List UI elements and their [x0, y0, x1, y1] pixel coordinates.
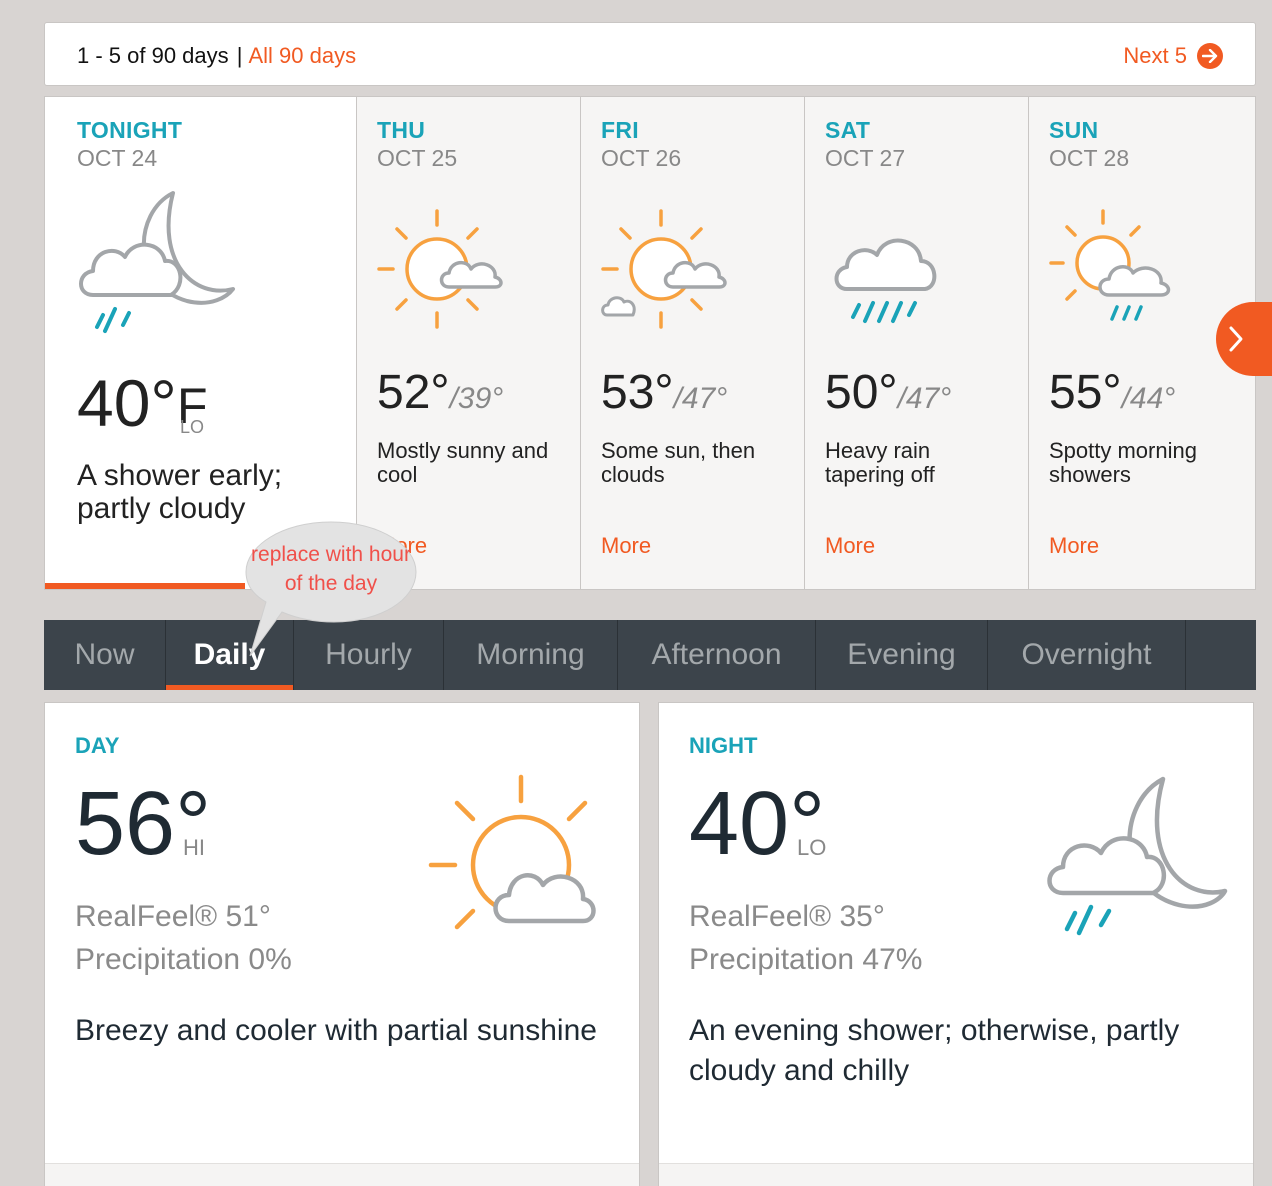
pagination-range: 1 - 5 of 90 days | All 90 days	[77, 43, 356, 69]
sun-cloud-icon	[375, 207, 505, 336]
high-temp: 52°	[377, 366, 450, 419]
realfeel: RealFeel® 35°	[689, 900, 885, 933]
day-name: TONIGHT	[77, 117, 183, 143]
night-conditions: RealFeel® 35° Precipitation 47%	[689, 895, 922, 981]
high-temp: 50°	[825, 366, 898, 419]
card-footer	[45, 1163, 639, 1186]
range-separator: |	[236, 43, 243, 68]
arrow-right-icon	[1197, 43, 1223, 69]
tab-now[interactable]: Now	[44, 620, 166, 690]
day-description: Mostly sunny and cool	[377, 438, 549, 487]
temperature: 50°/47°	[825, 365, 951, 420]
card-label: NIGHT	[689, 733, 758, 758]
low-temp: /47°	[673, 382, 728, 415]
day-name: FRI	[601, 117, 639, 143]
precipitation: Precipitation 47%	[689, 943, 923, 976]
day-date: OCT 27	[825, 145, 906, 171]
forecast-card-fri[interactable]: FRI OCT 26 53°/47° Some sun, then clouds…	[581, 97, 805, 589]
day-name: THU	[377, 117, 426, 143]
more-link[interactable]: More	[825, 533, 875, 559]
high-label: HI	[183, 835, 205, 860]
annotation-text: replace with hour of the day	[251, 543, 411, 595]
sun-cloud-rain-icon	[1047, 207, 1177, 342]
temperature: 53°/47°	[601, 365, 727, 420]
temperature: 52°/39°	[377, 365, 503, 420]
sun-clouds-icon	[599, 207, 729, 336]
pagination-bar: 1 - 5 of 90 days | All 90 days Next 5	[44, 22, 1256, 86]
tab-afternoon[interactable]: Afternoon	[618, 620, 816, 690]
realfeel: RealFeel® 51°	[75, 900, 271, 933]
night-detail-card: NIGHT 40° LO RealFeel® 35° Precipitation…	[658, 702, 1254, 1186]
day-date: OCT 25	[377, 145, 458, 171]
sun-cloud-icon	[425, 773, 615, 938]
day-date: OCT 28	[1049, 145, 1130, 171]
forecast-card-sat[interactable]: SAT OCT 27 50°/47° Heavy rain tapering o…	[805, 97, 1029, 589]
cloud-heavy-rain-icon	[833, 227, 943, 342]
selected-indicator	[45, 583, 245, 589]
tab-overnight[interactable]: Overnight	[988, 620, 1186, 690]
forecast-strip: TONIGHT OCT 24 40° F LO A shower early; …	[44, 96, 1256, 590]
day-description: Spotty morning showers	[1049, 438, 1197, 487]
day-date: OCT 24	[77, 145, 158, 171]
low-temp: /47°	[897, 382, 952, 415]
high-temp: 53°	[601, 366, 674, 419]
tab-morning[interactable]: Morning	[444, 620, 618, 690]
range-text: 1 - 5 of 90 days	[77, 43, 229, 68]
next-label: Next 5	[1123, 43, 1187, 68]
more-link[interactable]: More	[1049, 533, 1099, 559]
tab-evening[interactable]: Evening	[816, 620, 988, 690]
day-detail-card: DAY 56° HI RealFeel® 51° Precipitation 0…	[44, 702, 640, 1186]
chevron-right-icon	[1229, 326, 1243, 352]
moon-cloud-rain-icon	[75, 187, 245, 362]
high-temp: 55°	[1049, 366, 1122, 419]
period-tabs: Now Daily Hourly Morning Afternoon Eveni…	[44, 620, 1256, 690]
day-description: Breezy and cooler with partial sunshine	[75, 1014, 597, 1047]
day-date: OCT 26	[601, 145, 682, 171]
annotation-bubble: replace with hour of the day	[244, 518, 418, 657]
low-label: LO	[797, 835, 827, 860]
forecast-card-tonight[interactable]: TONIGHT OCT 24 40° F LO A shower early; …	[45, 97, 357, 589]
card-footer	[659, 1163, 1253, 1186]
day-description: Heavy rain tapering off	[825, 438, 935, 487]
temperature: 55°/44°	[1049, 365, 1175, 420]
tonight-temperature: 40°	[77, 366, 177, 440]
moon-cloud-rain-icon	[1039, 773, 1229, 968]
all-days-link[interactable]: All 90 days	[249, 43, 357, 68]
card-label: DAY	[75, 733, 120, 758]
more-link[interactable]: More	[601, 533, 651, 559]
low-label: LO	[180, 417, 205, 437]
day-name: SAT	[825, 117, 871, 143]
next-5-button[interactable]: Next 5	[1123, 43, 1223, 69]
precipitation: Precipitation 0%	[75, 943, 292, 976]
day-conditions: RealFeel® 51° Precipitation 0%	[75, 895, 292, 981]
low-temp: /44°	[1121, 382, 1176, 415]
night-description: An evening shower; otherwise, partly clo…	[689, 1014, 1180, 1087]
tonight-description: A shower early; partly cloudy	[77, 459, 283, 525]
low-temp: /39°	[449, 382, 504, 415]
day-name: SUN	[1049, 117, 1099, 143]
forecast-card-thu[interactable]: THU OCT 25 52°/39° Mostly sunny and cool…	[357, 97, 581, 589]
day-description: Some sun, then clouds	[601, 438, 756, 487]
